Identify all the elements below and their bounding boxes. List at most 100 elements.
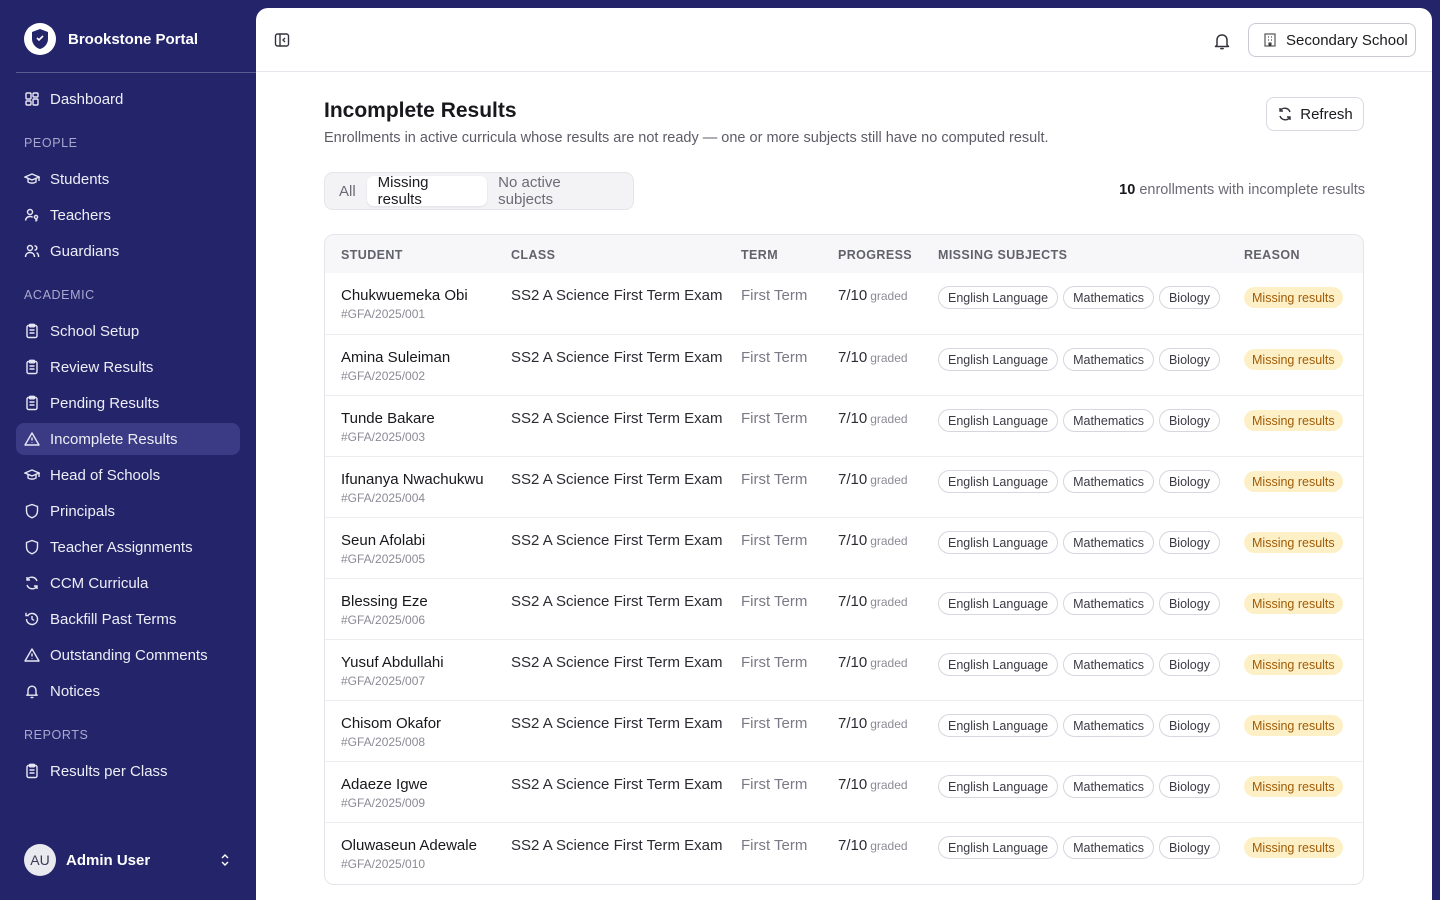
- brand-name: Brookstone Portal: [68, 30, 199, 48]
- sidebar-item-head-of-schools[interactable]: Head of Schools: [16, 459, 240, 491]
- term-cell: First Term: [741, 287, 808, 304]
- sidebar-item-outstanding-comments[interactable]: Outstanding Comments: [16, 639, 240, 671]
- page-title: Incomplete Results: [324, 99, 517, 122]
- sidebar-toggle-icon[interactable]: [272, 30, 292, 50]
- table-row[interactable]: Tunde Bakare #GFA/2025/003 SS2 A Science F…: [325, 395, 1363, 456]
- sidebar-item-label: School Setup: [50, 322, 140, 340]
- bell-icon[interactable]: [1210, 30, 1234, 52]
- page-description: Enrollments in active curricula whose re…: [324, 130, 1049, 146]
- class-cell: SS2 A Science First Term Exam: [511, 593, 723, 610]
- tab-no-active-subjects[interactable]: No active subjects: [487, 174, 630, 208]
- missing-subject-chip: Biology: [1158, 286, 1220, 309]
- sidebar-item-guardians[interactable]: Guardians: [16, 235, 240, 267]
- sidebar-item-ccm-curricula[interactable]: CCM Curricula: [16, 567, 240, 599]
- sidebar-item-review-results[interactable]: Review Results: [16, 351, 240, 383]
- topbar: Secondary School: [256, 8, 1432, 72]
- student-name: Yusuf Abdullahi: [341, 654, 444, 671]
- user-menu[interactable]: AU Admin User: [16, 840, 240, 880]
- column-header-reason[interactable]: REASON: [1244, 248, 1300, 262]
- history-icon: [25, 612, 39, 626]
- table-row[interactable]: Chukwuemeka Obi #GFA/2025/001 SS2 A Scienc…: [325, 273, 1363, 334]
- sidebar-item-principals[interactable]: Principals: [16, 495, 240, 527]
- refresh-button[interactable]: Refresh: [1266, 97, 1364, 131]
- sidebar-item-teachers[interactable]: Teachers: [16, 199, 240, 231]
- sidebar-item-notices[interactable]: Notices: [16, 675, 240, 707]
- reason-cell: Missing results: [1244, 654, 1343, 675]
- chevrons-up-down-icon: [221, 854, 229, 866]
- progress-cell: 7/10 graded: [838, 776, 908, 793]
- status-badge: Missing results: [1244, 471, 1343, 492]
- reason-cell: Missing results: [1244, 349, 1343, 370]
- sidebar-item-dashboard[interactable]: Dashboard: [16, 83, 240, 115]
- missing-subject-chip: Biology: [1158, 531, 1220, 554]
- missing-subject-chip: English Language: [938, 409, 1059, 432]
- progress-cell: 7/10 graded: [838, 471, 908, 488]
- filter-tabs: All Missing results No active subjects: [324, 172, 634, 210]
- class-cell: SS2 A Science First Term Exam: [511, 654, 723, 671]
- missing-subject-chip: Biology: [1158, 714, 1220, 737]
- student-id: #GFA/2025/004: [341, 491, 426, 505]
- table-row[interactable]: Oluwaseun Adewale #GFA/2025/010 SS2 A Scie…: [325, 822, 1363, 883]
- column-header-progress[interactable]: PROGRESS: [838, 248, 912, 262]
- school-switcher-button[interactable]: Secondary School: [1248, 23, 1416, 57]
- missing-subject-chip: Mathematics: [1063, 409, 1154, 432]
- sidebar-item-label: Incomplete Results: [50, 430, 178, 448]
- warning-icon: [24, 648, 40, 662]
- table-row[interactable]: Yusuf Abdullahi #GFA/2025/007 SS2 A Scienc…: [325, 639, 1363, 700]
- class-cell: SS2 A Science First Term Exam: [511, 349, 723, 366]
- missing-subject-chip: English Language: [938, 348, 1059, 371]
- student-id: #GFA/2025/008: [341, 735, 426, 749]
- missing-subject-chip: Biology: [1158, 409, 1220, 432]
- progress-value: 7/10: [838, 349, 868, 366]
- column-header-student[interactable]: STUDENT: [341, 248, 403, 262]
- student-id: #GFA/2025/010: [341, 857, 426, 871]
- student-id: #GFA/2025/001: [341, 307, 426, 321]
- status-badge: Missing results: [1244, 593, 1343, 614]
- missing-subjects-cell: English Language Mathematics Biology: [938, 836, 1220, 859]
- sidebar-item-label: Students: [50, 170, 110, 188]
- sidebar-item-school-setup[interactable]: School Setup: [16, 315, 240, 347]
- student-cell: Adaeze Igwe #GFA/2025/009: [341, 776, 428, 810]
- missing-subject-chip: Mathematics: [1063, 531, 1154, 554]
- sidebar-item-students[interactable]: Students: [16, 163, 240, 195]
- brand[interactable]: Brookstone Portal: [16, 16, 240, 62]
- user-key-icon: [24, 208, 39, 222]
- tab-all[interactable]: All: [328, 176, 367, 206]
- student-name: Blessing Eze: [341, 593, 428, 610]
- sidebar-item-pending-results[interactable]: Pending Results: [16, 387, 240, 419]
- missing-subject-chip: Mathematics: [1063, 775, 1154, 798]
- table-row[interactable]: Seun Afolabi #GFA/2025/005 SS2 A Science F…: [325, 517, 1363, 578]
- student-cell: Tunde Bakare #GFA/2025/003: [341, 410, 435, 444]
- column-header-class[interactable]: CLASS: [511, 248, 555, 262]
- student-cell: Ifunanya Nwachukwu #GFA/2025/004: [341, 471, 484, 505]
- missing-subject-chip: Mathematics: [1063, 653, 1154, 676]
- sidebar-item-backfill-past-terms[interactable]: Backfill Past Terms: [16, 603, 240, 635]
- column-header-term[interactable]: TERM: [741, 248, 778, 262]
- table-row[interactable]: Amina Suleiman #GFA/2025/002 SS2 A Science…: [325, 334, 1363, 395]
- graded-label: graded: [870, 351, 908, 365]
- table-row[interactable]: Blessing Eze #GFA/2025/006 SS2 A Science F…: [325, 578, 1363, 639]
- missing-subjects-cell: English Language Mathematics Biology: [938, 775, 1220, 798]
- dashboard-icon: [25, 92, 39, 106]
- table-row[interactable]: Ifunanya Nwachukwu #GFA/2025/004 SS2 A Sci…: [325, 456, 1363, 517]
- table-row[interactable]: Chisom Okafor #GFA/2025/008 SS2 A Science …: [325, 700, 1363, 761]
- column-header-missing-subjects[interactable]: MISSING SUBJECTS: [938, 248, 1067, 262]
- missing-subject-chip: English Language: [938, 653, 1059, 676]
- student-id: #GFA/2025/005: [341, 552, 426, 566]
- sidebar-item-teacher-assignments[interactable]: Teacher Assignments: [16, 531, 240, 563]
- missing-subject-chip: Biology: [1158, 836, 1220, 859]
- term-cell: First Term: [741, 349, 808, 366]
- reason-cell: Missing results: [1244, 471, 1343, 492]
- tab-missing-results[interactable]: Missing results: [366, 174, 488, 208]
- user-name: Admin User: [66, 851, 151, 869]
- student-id: #GFA/2025/009: [341, 796, 426, 810]
- table-row[interactable]: Adaeze Igwe #GFA/2025/009 SS2 A Science Fi…: [325, 761, 1363, 822]
- status-badge: Missing results: [1244, 776, 1343, 797]
- missing-subject-chip: Biology: [1158, 592, 1220, 615]
- class-cell: SS2 A Science First Term Exam: [511, 715, 723, 732]
- sidebar-item-incomplete-results[interactable]: Incomplete Results: [16, 423, 240, 455]
- graded-label: graded: [870, 839, 908, 853]
- reason-cell: Missing results: [1244, 287, 1343, 308]
- sidebar-item-results-per-class[interactable]: Results per Class: [16, 755, 240, 787]
- missing-subject-chip: Biology: [1158, 775, 1220, 798]
